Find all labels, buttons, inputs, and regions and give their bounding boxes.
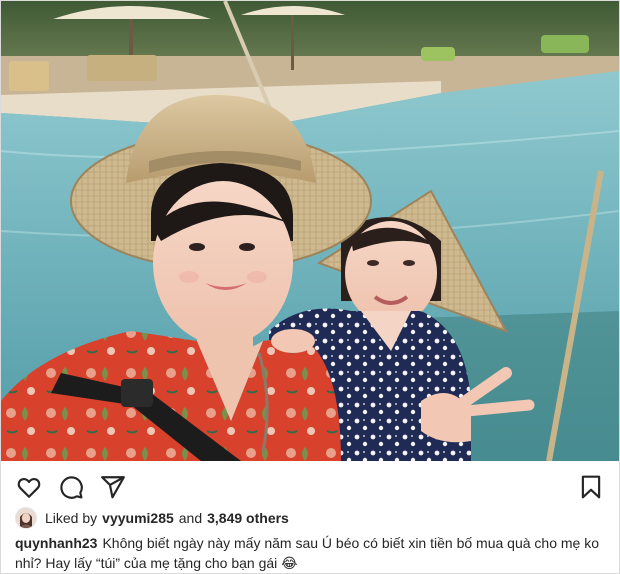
likes-prefix: Liked by — [45, 510, 98, 526]
post-caption: quynhanh23 Không biết ngày này mấy năm sa… — [15, 533, 611, 573]
post-photo[interactable] — [1, 1, 619, 461]
likes-summary: Liked by vyyumi285 and 3,849 others — [15, 505, 289, 531]
caption-username-link[interactable]: quynhanh23 — [15, 535, 97, 551]
caption-text: Không biết ngày này mấy năm sau Ú béo có… — [15, 535, 599, 571]
share-button[interactable] — [99, 473, 127, 501]
comment-icon — [60, 476, 83, 499]
likes-conjunction: and — [178, 510, 203, 526]
heart-icon — [17, 478, 41, 498]
liker-avatar[interactable] — [15, 507, 37, 529]
share-icon — [101, 476, 125, 499]
liker-username-link[interactable]: vyyumi285 — [102, 510, 174, 526]
bookmark-icon — [581, 475, 601, 499]
selfie-photo-illustration — [1, 1, 619, 461]
save-button[interactable] — [577, 473, 605, 501]
avatar-image — [16, 508, 36, 528]
like-button[interactable] — [15, 473, 43, 501]
likes-count-link[interactable]: 3,849 others — [207, 510, 289, 526]
instagram-post: Liked by vyyumi285 and 3,849 others quyn… — [0, 0, 620, 574]
comment-button[interactable] — [57, 473, 85, 501]
post-action-bar — [1, 469, 619, 505]
